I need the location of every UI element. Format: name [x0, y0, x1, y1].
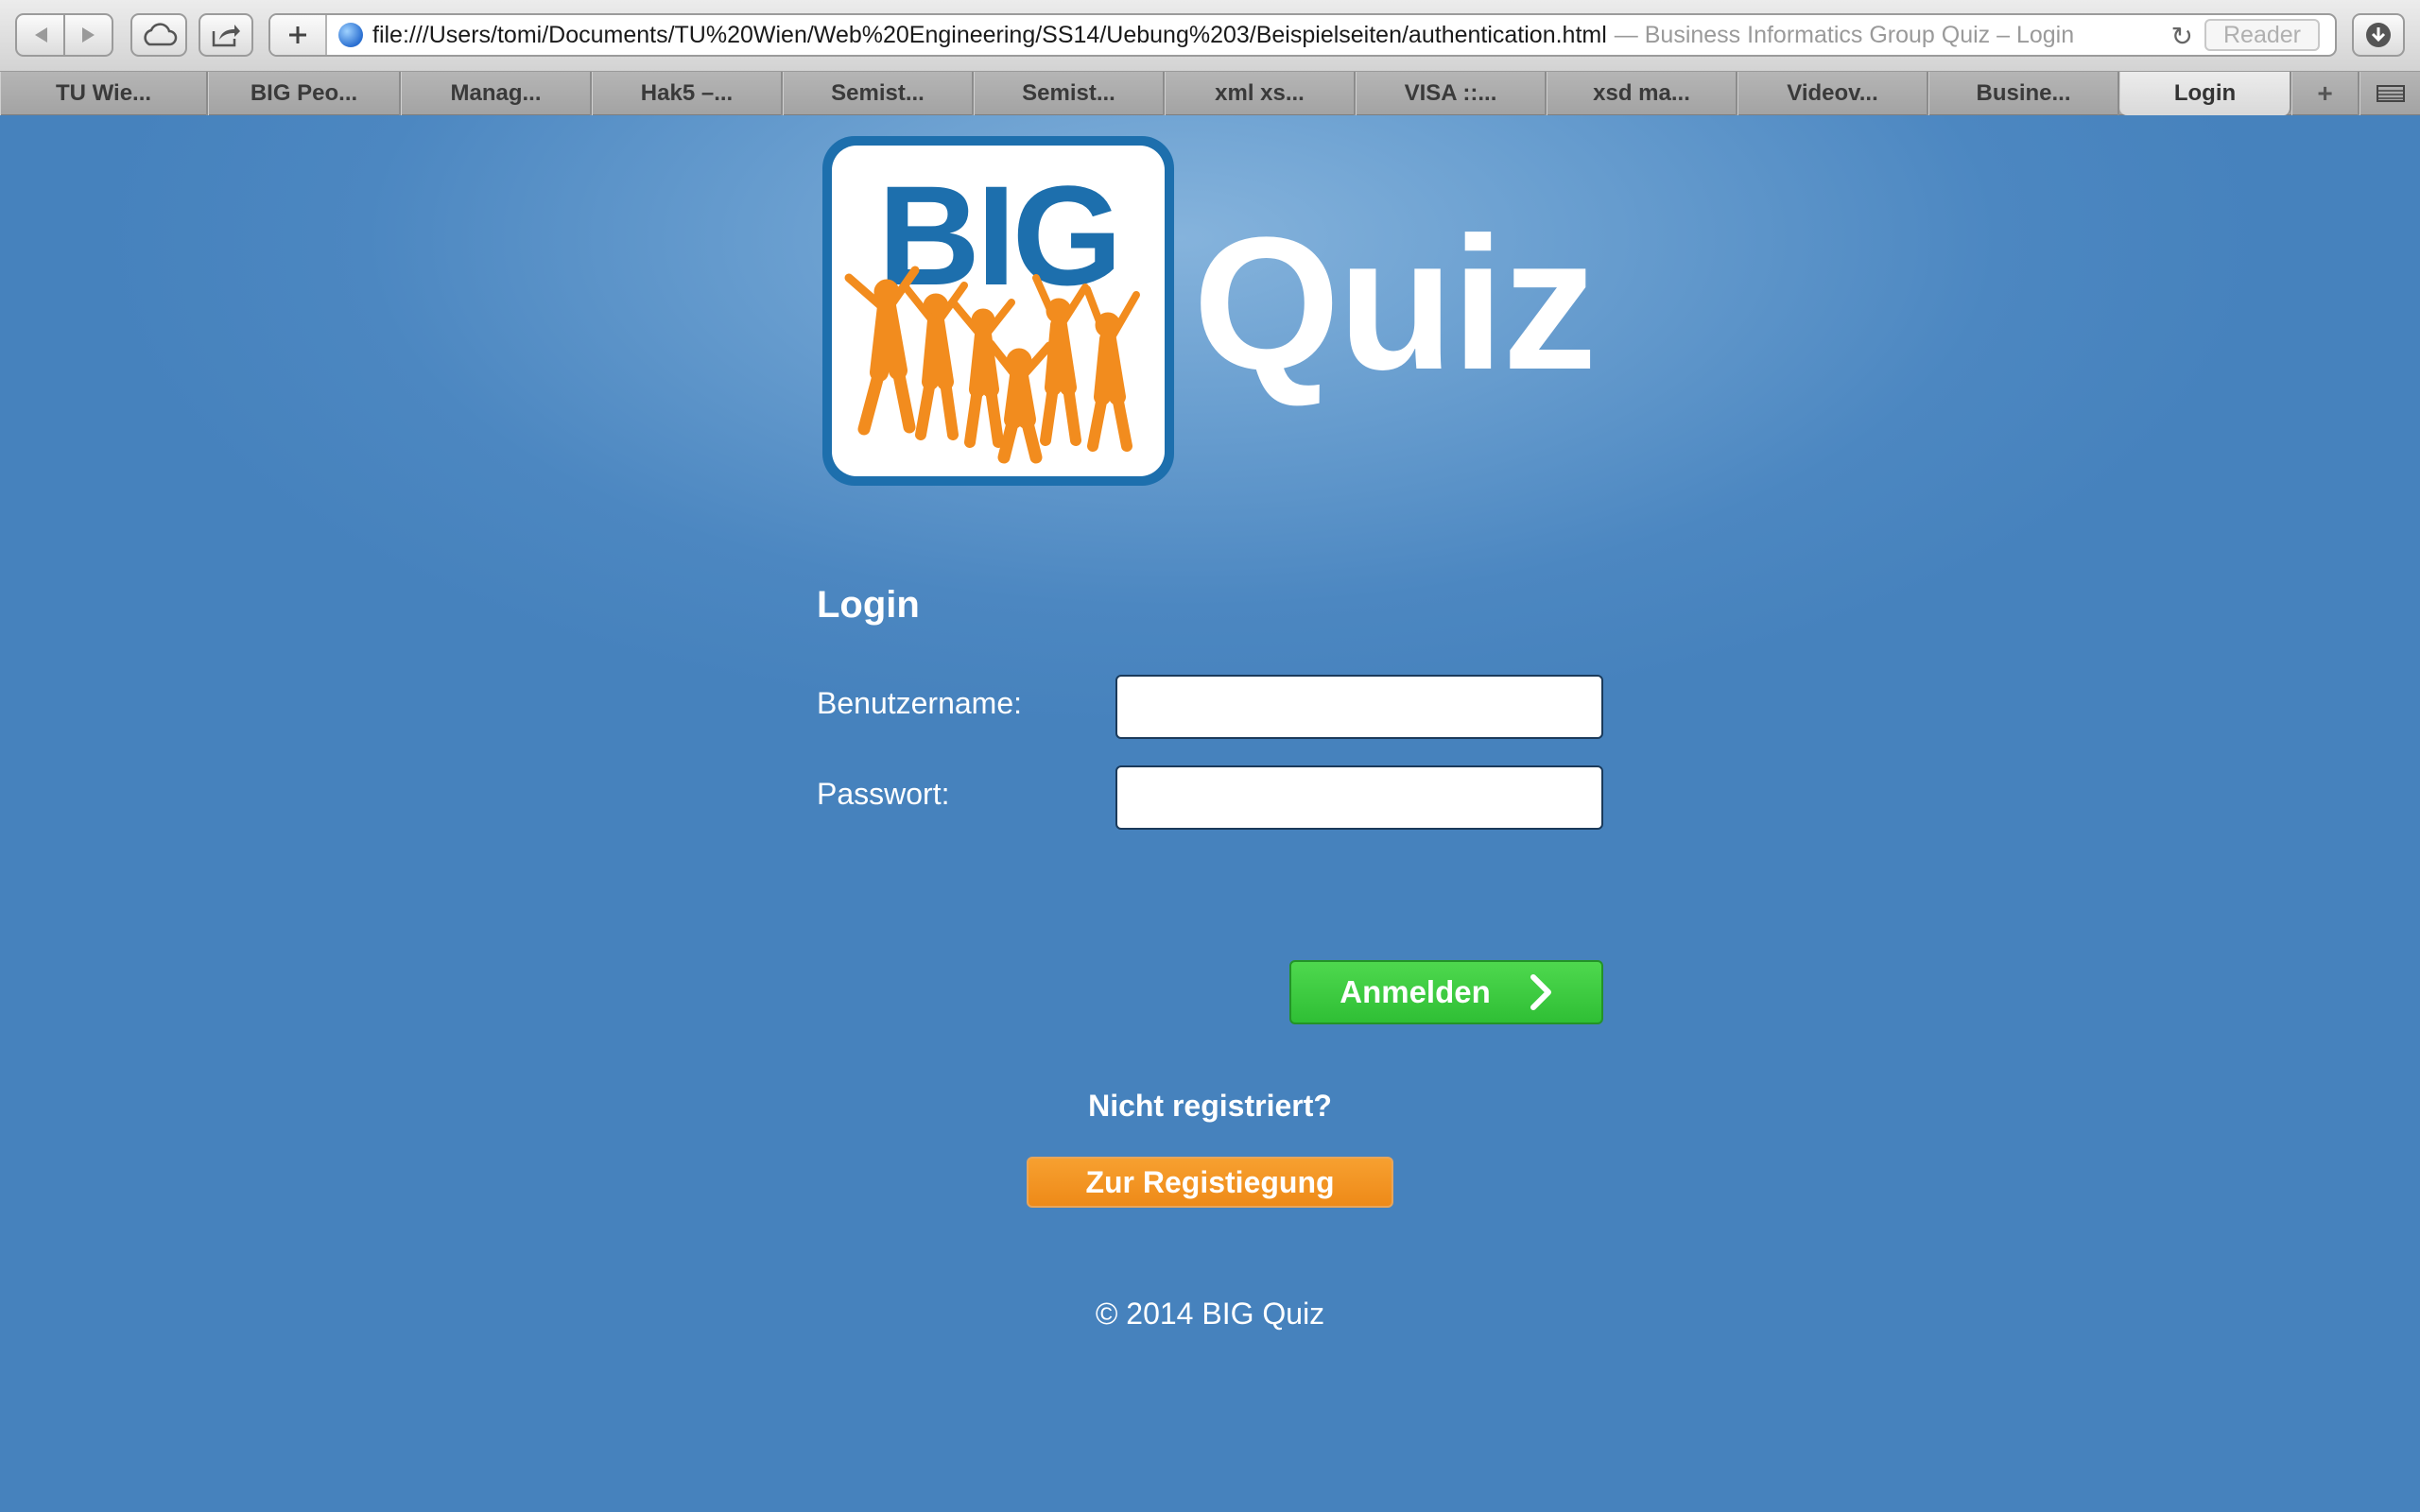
tab-10[interactable]: Videov...: [1737, 72, 1928, 115]
new-tab-button[interactable]: +: [2291, 72, 2360, 115]
tab-label: BIG Peo...: [250, 80, 358, 106]
nav-buttons: [15, 13, 113, 57]
cloud-icon: [144, 23, 178, 46]
not-registered-text: Nicht registriert?: [1088, 1089, 1332, 1123]
tab-list-icon: [2376, 85, 2405, 102]
tab-8[interactable]: VISA ::...: [1356, 72, 1547, 115]
forward-button[interactable]: [64, 13, 113, 57]
add-bookmark-button[interactable]: [270, 15, 327, 55]
people-figures-icon: [844, 266, 1140, 464]
chevron-right-icon: [1529, 973, 1553, 1011]
register-button[interactable]: Zur Registiegung: [1027, 1157, 1393, 1208]
globe-icon: [338, 23, 363, 47]
tab-label: Hak5 –...: [640, 80, 734, 106]
tab-label: VISA ::...: [1404, 80, 1497, 106]
back-button[interactable]: [15, 13, 64, 57]
tab-5[interactable]: Semist...: [783, 72, 974, 115]
share-button[interactable]: [199, 13, 253, 57]
tab-label: Semist...: [1022, 80, 1115, 106]
tab-label: Busine...: [1976, 80, 2071, 106]
downloads-button[interactable]: [2352, 13, 2405, 57]
tab-overview-button[interactable]: [2360, 72, 2420, 115]
tab-label: TU Wie...: [55, 80, 152, 106]
tab-bar: TU Wie... BIG Peo... Manag... Hak5 –... …: [0, 72, 2420, 115]
copyright-footer: © 2014 BIG Quiz: [1095, 1297, 1325, 1331]
url-text[interactable]: file:///Users/tomi/Documents/TU%20Wien/W…: [372, 22, 1607, 49]
big-logo: BIG: [822, 136, 1174, 486]
username-input[interactable]: [1115, 675, 1603, 739]
username-label: Benutzername:: [817, 686, 1023, 720]
tab-2[interactable]: BIG Peo...: [208, 72, 401, 115]
logo-inner: BIG: [832, 146, 1165, 476]
tab-label: xsd ma...: [1593, 80, 1690, 106]
page-content: BIG Quiz Login Benutzername: Passwort: A…: [0, 115, 2420, 1512]
login-submit-button[interactable]: Anmelden: [1289, 960, 1603, 1024]
tab-4[interactable]: Hak5 –...: [592, 72, 783, 115]
password-input[interactable]: [1115, 765, 1603, 830]
quiz-title: Quiz: [1193, 198, 1597, 409]
share-icon: [212, 25, 240, 47]
tab-9[interactable]: xsd ma...: [1547, 72, 1737, 115]
forward-arrow-icon: [81, 27, 95, 43]
tab-11[interactable]: Busine...: [1928, 72, 2119, 115]
tab-login-active[interactable]: Login: [2119, 72, 2291, 115]
reload-icon[interactable]: ↻: [2171, 21, 2193, 52]
tab-label: Semist...: [831, 80, 925, 106]
tab-label: Manag...: [450, 80, 542, 106]
tab-label: Login: [2173, 80, 2237, 106]
reader-button[interactable]: Reader: [2204, 19, 2320, 51]
back-arrow-icon: [34, 27, 47, 43]
plus-icon: [289, 26, 306, 43]
browser-toolbar: file:///Users/tomi/Documents/TU%20Wien/W…: [0, 0, 2420, 72]
icloud-tabs-button[interactable]: [130, 13, 187, 57]
tab-label: Videov...: [1787, 80, 1878, 106]
plus-icon: +: [2317, 78, 2333, 108]
tab-6[interactable]: Semist...: [974, 72, 1165, 115]
login-heading: Login: [817, 584, 920, 626]
password-label: Passwort:: [817, 777, 950, 811]
login-submit-label: Anmelden: [1340, 974, 1491, 1009]
tab-3[interactable]: Manag...: [401, 72, 592, 115]
tab-1[interactable]: TU Wie...: [0, 72, 208, 115]
download-icon: [2366, 23, 2391, 47]
page-title-text: — Business Informatics Group Quiz – Logi…: [1614, 21, 2075, 48]
address-bar[interactable]: file:///Users/tomi/Documents/TU%20Wien/W…: [268, 13, 2337, 57]
tab-7[interactable]: xml xs...: [1165, 72, 1356, 115]
tab-label: xml xs...: [1215, 80, 1305, 106]
